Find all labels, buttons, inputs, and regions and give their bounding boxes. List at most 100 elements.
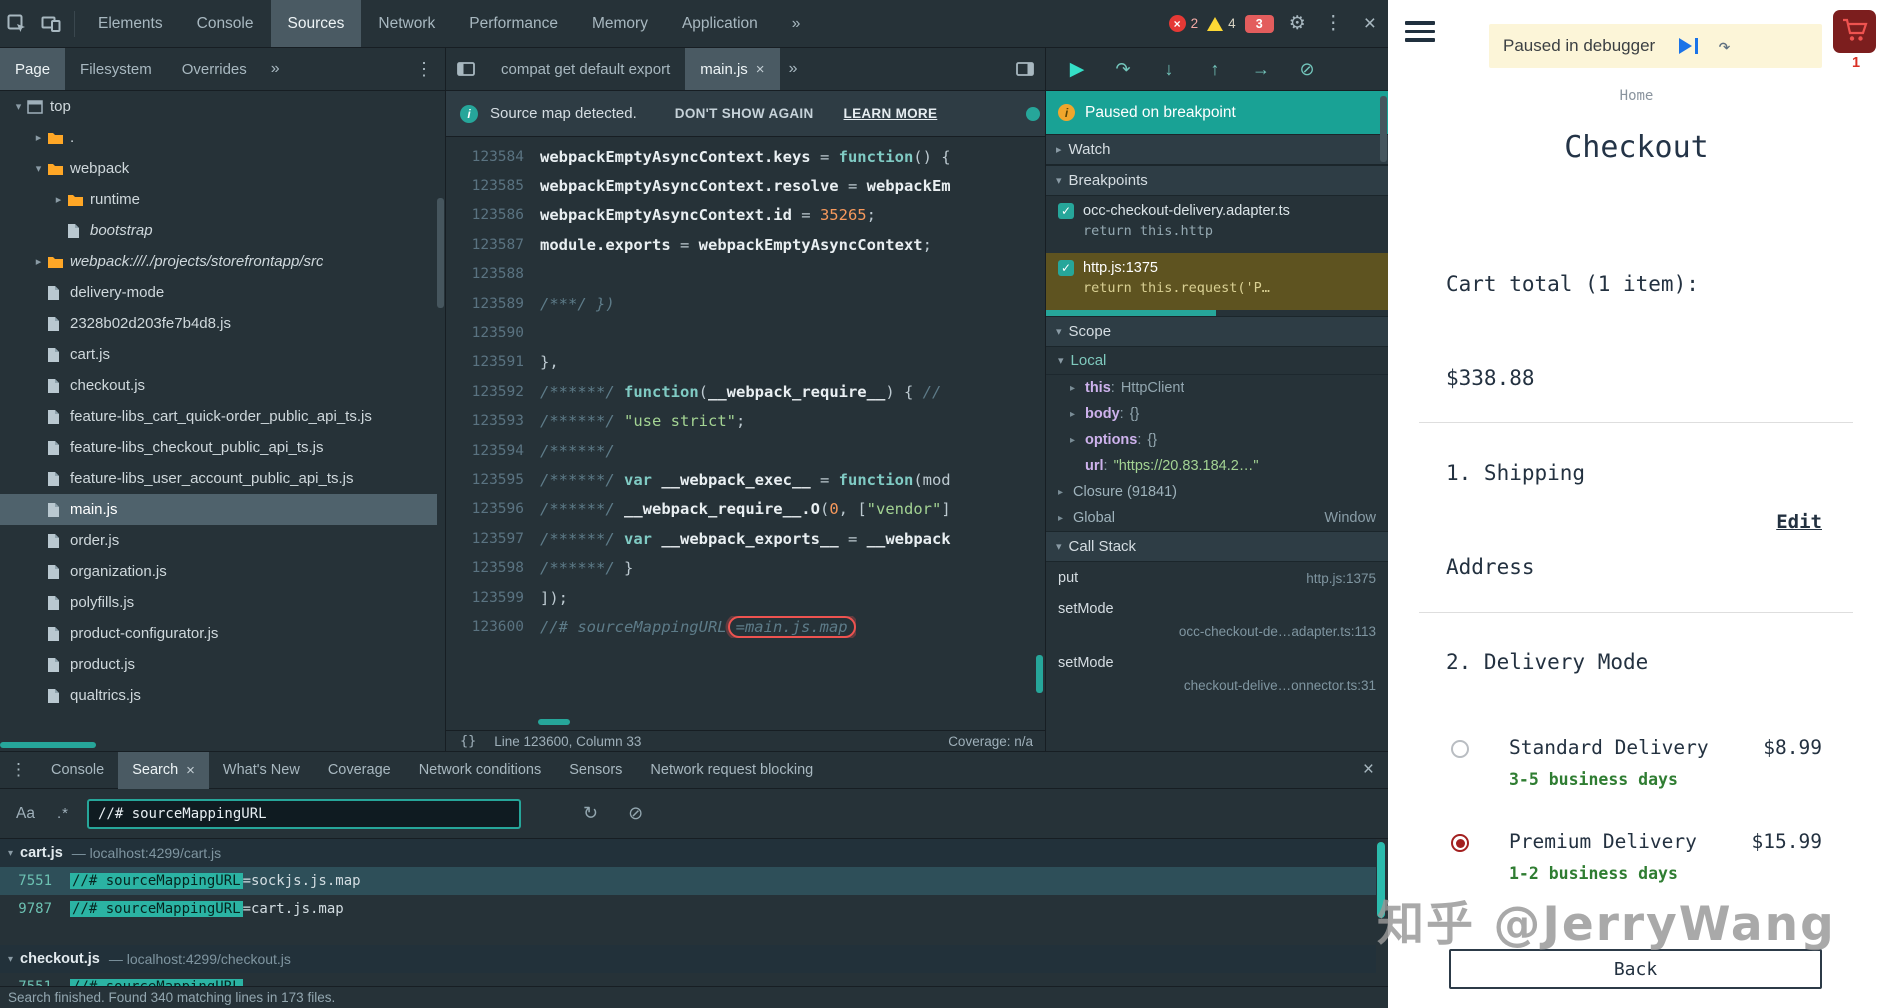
expand-right-icon[interactable]: ▸ (50, 193, 67, 206)
expand-right-icon[interactable]: ▸ (1058, 513, 1073, 524)
search-result-file-header-checkout-js[interactable]: ▾ checkout.js — localhost:4299/checkout.js (0, 945, 1376, 973)
editor-tab-main-js[interactable]: main.js × (685, 48, 780, 90)
refresh-search-icon[interactable]: ↻ (583, 803, 598, 824)
file-tree-item-product-js[interactable]: product.js (0, 649, 437, 680)
drawer-tab-console[interactable]: Console (37, 752, 118, 789)
call-stack-frame-setmode[interactable]: setMode checkout-delive…onnector.ts:31 (1046, 648, 1388, 702)
breakpoint-entry-http-js-1375[interactable]: ✓ http.js:1375 return this.request('P… (1046, 253, 1388, 310)
hamburger-menu-icon[interactable] (1405, 21, 1435, 42)
drawer-close-icon[interactable]: × (1363, 759, 1374, 781)
scope-var-body[interactable]: ▸ body: {} (1046, 401, 1388, 427)
watch-section-header[interactable]: ▸ Watch (1046, 134, 1388, 165)
file-tree-item-polyfills-js[interactable]: polyfills.js (0, 587, 437, 618)
file-tree-item-organization-js[interactable]: organization.js (0, 556, 437, 587)
expand-down-icon[interactable]: ▾ (10, 100, 27, 113)
scope-section-header[interactable]: ▾ Scope (1046, 316, 1388, 347)
devtools-tab-network[interactable]: Network (361, 0, 452, 47)
notification-toggle-dot[interactable] (1026, 106, 1040, 121)
scope-var-url[interactable]: url: "https://20.83.184.2…" (1046, 453, 1388, 479)
devtools-tab-console[interactable]: Console (180, 0, 271, 47)
file-tree-vertical-scrollbar[interactable] (437, 198, 444, 308)
devtools-tab-elements[interactable]: Elements (81, 0, 180, 47)
edit-shipping-link[interactable]: Edit (1776, 511, 1822, 533)
step-out-icon[interactable]: ↑ (1192, 59, 1238, 80)
search-match-row[interactable]: 7551 //# sourceMappingURL =sockjs.js.map (0, 867, 1376, 895)
call-stack-frame-setmode[interactable]: setMode occ-checkout-de…adapter.ts:113 (1046, 594, 1388, 648)
devtools-tab-memory[interactable]: Memory (575, 0, 665, 47)
more-editor-tabs-chevron[interactable]: » (780, 60, 807, 78)
file-tree-item-top[interactable]: ▾ top (0, 91, 437, 122)
dont-show-again-button[interactable]: DON'T SHOW AGAIN (675, 106, 814, 121)
learn-more-link[interactable]: LEARN MORE (844, 106, 938, 121)
line-number[interactable]: 123593 (446, 413, 540, 429)
breakpoint-entry-occ-checkout-delivery-adapter-ts[interactable]: ✓ occ-checkout-delivery.adapter.ts return … (1046, 196, 1388, 253)
step-into-icon[interactable]: ↓ (1146, 59, 1192, 80)
file-tree-item-checkout-js[interactable]: checkout.js (0, 370, 437, 401)
back-button[interactable]: Back (1449, 949, 1822, 989)
scope-var-this[interactable]: ▸ this: HttpClient (1046, 375, 1388, 401)
file-tree-item-feature-libs-user-account-public-api-ts-js[interactable]: feature-libs_user_account_public_api_ts.… (0, 463, 437, 494)
expand-right-icon[interactable]: ▸ (30, 255, 47, 268)
line-number[interactable]: 123587 (446, 237, 540, 253)
more-options-kebab-icon[interactable]: ⋮ (1315, 12, 1352, 35)
drawer-tab-what-s-new[interactable]: What's New (209, 752, 314, 789)
file-tree-item-delivery-mode[interactable]: delivery-mode (0, 277, 437, 308)
editor-tab-compat-get-default-export[interactable]: compat get default export (486, 48, 685, 90)
expand-right-icon[interactable]: ▸ (1070, 383, 1085, 394)
close-tab-icon[interactable]: × (186, 762, 195, 779)
line-number[interactable]: 123598 (446, 560, 540, 576)
file-tree-item-2328b02d203fe7b4d8-js[interactable]: 2328b02d203fe7b4d8.js (0, 308, 437, 339)
close-tab-icon[interactable]: × (756, 61, 765, 78)
resume-script-icon[interactable]: ▶ (1054, 58, 1100, 81)
scope-local-group[interactable]: ▾ Local (1046, 347, 1388, 375)
line-number[interactable]: 123590 (446, 325, 540, 341)
mini-cart-button[interactable] (1833, 10, 1876, 53)
file-tree-item-feature-libs-checkout-public-api-ts-js[interactable]: feature-libs_checkout_public_api_ts.js (0, 432, 437, 463)
search-result-file-header-cart-js[interactable]: ▾ cart.js — localhost:4299/cart.js (0, 839, 1376, 867)
line-number[interactable]: 123591 (446, 354, 540, 370)
more-navigator-tabs-chevron[interactable]: » (262, 60, 289, 78)
line-number[interactable]: 123597 (446, 531, 540, 547)
device-toolbar-icon[interactable] (34, 7, 68, 41)
line-number[interactable]: 123595 (446, 472, 540, 488)
devtools-tab-performance[interactable]: Performance (452, 0, 575, 47)
line-number[interactable]: 123589 (446, 296, 540, 312)
expand-right-icon[interactable]: ▸ (1058, 487, 1073, 498)
deactivate-breakpoints-icon[interactable]: ⊘ (1284, 59, 1330, 80)
expand-right-icon[interactable]: ▸ (1070, 435, 1085, 446)
line-number[interactable]: 123586 (446, 207, 540, 223)
devtools-close-icon[interactable]: × (1352, 12, 1388, 36)
drawer-tab-search[interactable]: Search × (118, 751, 209, 789)
delivery-radio-button[interactable] (1451, 740, 1469, 758)
file-tree-item-order-js[interactable]: order.js (0, 525, 437, 556)
file-tree-horizontal-scrollbar[interactable] (0, 742, 96, 748)
editor-horizontal-scrollbar[interactable] (538, 719, 570, 725)
drawer-tab-coverage[interactable]: Coverage (314, 752, 405, 789)
breadcrumb[interactable]: Home (1388, 88, 1885, 104)
code-viewport[interactable]: 123584 webpackEmptyAsyncContext.keys = fu… (446, 137, 1045, 730)
show-navigator-panel-icon[interactable] (446, 52, 486, 86)
line-number[interactable]: 123585 (446, 178, 540, 194)
file-tree-item-cart-js[interactable]: cart.js (0, 339, 437, 370)
navigator-tab-filesystem[interactable]: Filesystem (65, 48, 167, 90)
breakpoint-checkbox[interactable]: ✓ (1058, 203, 1074, 219)
file-tree-item-runtime[interactable]: ▸ runtime (0, 184, 437, 215)
scope-group-closure-91841[interactable]: ▸ Closure (91841) (1046, 479, 1388, 505)
line-number[interactable]: 123588 (446, 266, 540, 282)
line-number[interactable]: 123594 (446, 443, 540, 459)
navigator-tab-overrides[interactable]: Overrides (167, 48, 262, 90)
inspect-element-icon[interactable] (0, 7, 34, 41)
drawer-kebab-icon[interactable]: ⋮ (0, 760, 37, 780)
search-query-input[interactable] (86, 798, 521, 829)
search-match-row[interactable]: 9787 //# sourceMappingURL =cart.js.map (0, 895, 1376, 923)
editor-vertical-scrollbar[interactable] (1036, 655, 1043, 693)
devtools-tab-sources[interactable]: Sources (270, 0, 362, 47)
settings-gear-icon[interactable]: ⚙ (1280, 12, 1315, 35)
resume-script-button[interactable] (1679, 38, 1699, 54)
step-icon[interactable]: → (1238, 59, 1284, 80)
drawer-tab-network-request-blocking[interactable]: Network request blocking (636, 752, 827, 789)
navigator-tab-page[interactable]: Page (0, 48, 66, 90)
call-stack-section-header[interactable]: ▾ Call Stack (1046, 531, 1388, 562)
file-tree-item-main-js[interactable]: main.js (0, 494, 437, 525)
issues-badge[interactable]: 3 (1244, 14, 1274, 33)
